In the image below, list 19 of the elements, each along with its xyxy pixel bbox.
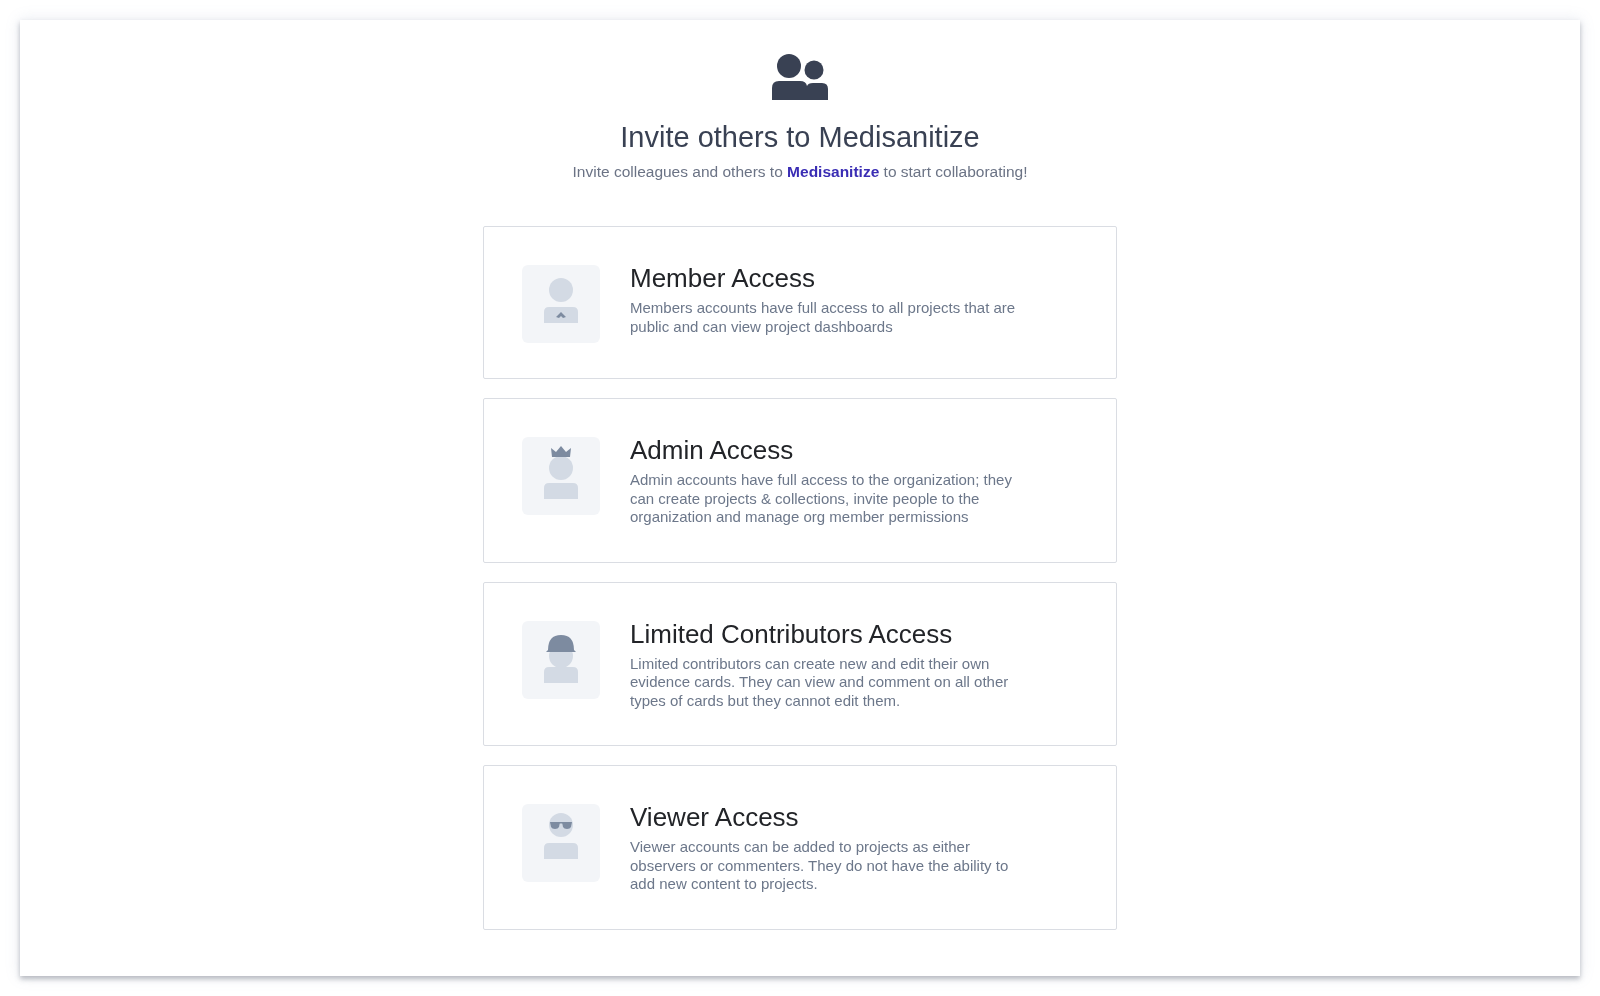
- page-title: Invite others to Medisanitize: [620, 120, 980, 154]
- page-subtitle: Invite colleagues and others to Medisanitize to start collaborating!: [572, 162, 1028, 182]
- access-option-card[interactable]: Admin Access Admin accounts have full access to the organization; they can create projects & collections, invite people to the organization and manage org member permissions: [483, 398, 1117, 563]
- card-description: Members accounts have full access to all projects that are public and can view project dashboards: [630, 299, 1017, 336]
- access-option-card[interactable]: Viewer Access Viewer accounts can be added to projects as either observers or commenters. They do not have the ability to add new content to projects.: [483, 765, 1117, 930]
- person-crown-icon: [522, 437, 600, 515]
- card-description: Viewer accounts can be added to projects as either observers or commenters. They do not have the ability to add new content to projects.: [630, 838, 1010, 894]
- card-title: Admin Access: [630, 434, 795, 466]
- card-title: Limited Contributors Access: [630, 617, 954, 650]
- person-hard-hat-icon: [522, 620, 600, 699]
- card-title: Viewer Access: [630, 801, 800, 833]
- access-option-card[interactable]: Member Access Members accounts have full access to all projects that are public and can view project dashboards: [483, 226, 1117, 379]
- person-badge-icon: [522, 265, 600, 343]
- users-icon: [772, 54, 828, 100]
- card-description: Limited contributors can create new and edit their own evidence cards. They can view and comment on all other types of cards but they cannot edit them.: [630, 654, 1010, 710]
- card-title: Member Access: [630, 262, 816, 294]
- access-option-card[interactable]: Limited Contributors Access Limited contributors can create new and edit their own evidence cards. They can view and comment on all other types of cards but they cannot edit them.: [483, 581, 1117, 746]
- card-description: Admin accounts have full access to the organization; they can create projects & collections, invite people to the organization and manage org member permissions: [630, 471, 1013, 527]
- person-sunglasses-icon: [522, 804, 600, 882]
